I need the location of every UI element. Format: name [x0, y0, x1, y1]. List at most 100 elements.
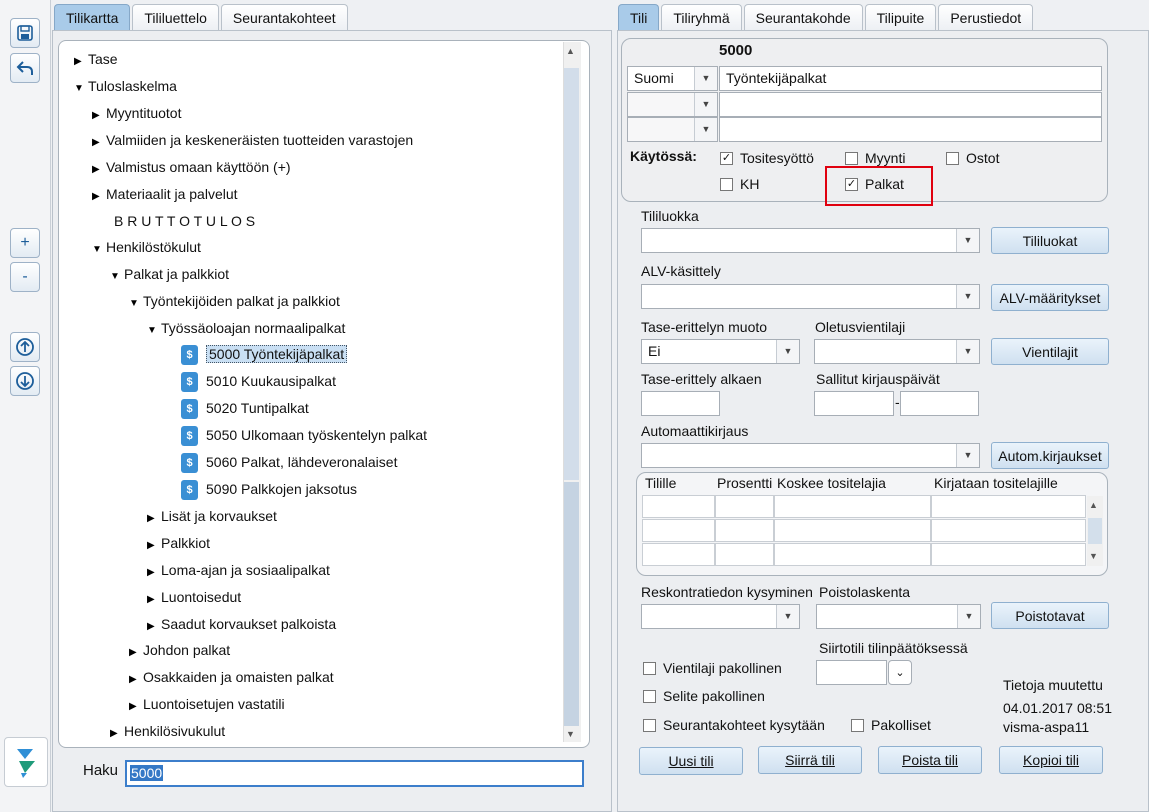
- tree-item[interactable]: ▶ Henkilösivukulut: [110, 720, 225, 742]
- grid-cell[interactable]: [931, 519, 1086, 542]
- tab-seurantakohteet[interactable]: Seurantakohteet: [220, 4, 348, 30]
- kh-checkbox[interactable]: KH: [720, 176, 759, 192]
- copy-account-button[interactable]: Kopioi tili: [999, 746, 1103, 774]
- grid-cell[interactable]: [642, 519, 715, 542]
- grid-cell[interactable]: [774, 543, 931, 566]
- tree-item[interactable]: ▼ Työntekijöiden palkat ja palkkiot: [129, 290, 340, 312]
- tree-item-label: Tuloslaskelma: [88, 78, 177, 94]
- tree-item[interactable]: $5010 Kuukausipalkat: [181, 370, 336, 393]
- reskontra-select[interactable]: ▼: [641, 604, 800, 629]
- tab-seurantakohde[interactable]: Seurantakohde: [743, 4, 863, 30]
- date-from-field[interactable]: [814, 391, 894, 416]
- grid-cell[interactable]: [774, 495, 931, 518]
- tase-muoto-select[interactable]: Ei ▼: [641, 339, 800, 364]
- tree-item[interactable]: $5050 Ulkomaan työskentelyn palkat: [181, 424, 427, 447]
- tree-item[interactable]: ▶ Osakkaiden ja omaisten palkat: [129, 666, 334, 688]
- grid-cell[interactable]: [774, 519, 931, 542]
- grid-cell[interactable]: [931, 543, 1086, 566]
- date-to-field[interactable]: [900, 391, 979, 416]
- language-select-2[interactable]: ▼: [627, 92, 718, 117]
- delete-account-button[interactable]: Poista tili: [878, 746, 982, 774]
- tree-item[interactable]: ▼ Työssäoloajan normaalipalkat: [147, 317, 345, 339]
- palkat-checkbox[interactable]: ✓ Palkat: [845, 176, 904, 192]
- grid-cell[interactable]: [642, 543, 715, 566]
- selite-pakollinen-checkbox[interactable]: Selite pakollinen: [643, 688, 765, 704]
- language-select-3[interactable]: ▼: [627, 117, 718, 142]
- tab-tililuettelo[interactable]: Tililuettelo: [132, 4, 219, 30]
- tositesyotto-checkbox[interactable]: ✓ Tositesyöttö: [720, 150, 814, 166]
- tree-item[interactable]: ▼ Henkilöstökulut: [92, 236, 201, 258]
- arrow-down-icon[interactable]: [10, 366, 40, 396]
- chevron-down-icon[interactable]: ⌄: [888, 660, 912, 685]
- oletus-select[interactable]: ▼: [814, 339, 980, 364]
- seuranta-kysytaan-checkbox[interactable]: Seurantakohteet kysytään: [643, 717, 825, 733]
- app-logo-icon[interactable]: [4, 737, 48, 787]
- tase-alkaen-field[interactable]: [641, 391, 720, 416]
- grid-cell[interactable]: [642, 495, 715, 518]
- tree-scrollbar-track[interactable]: [564, 68, 579, 480]
- tree-item-label: Loma-ajan ja sosiaalipalkat: [161, 562, 330, 578]
- tililuokat-button[interactable]: Tililuokat: [991, 227, 1109, 254]
- tree-item-selected[interactable]: $5000 Työntekijäpalkat: [181, 343, 348, 366]
- vientilajit-button[interactable]: Vientilajit: [991, 338, 1109, 365]
- alv-select[interactable]: ▼: [641, 284, 980, 309]
- poisto-select[interactable]: ▼: [816, 604, 981, 629]
- grid-cell[interactable]: [715, 519, 774, 542]
- tree-item[interactable]: $5060 Palkat, lähdeveronalaiset: [181, 451, 397, 474]
- search-input[interactable]: 5000: [125, 760, 584, 787]
- ostot-checkbox[interactable]: Ostot: [946, 150, 999, 166]
- move-account-button[interactable]: Siirrä tili: [758, 746, 862, 774]
- vientilaji-pakollinen-checkbox[interactable]: Vientilaji pakollinen: [643, 660, 782, 676]
- tree-item[interactable]: ▶ Loma-ajan ja sosiaalipalkat: [147, 559, 330, 581]
- tree-item[interactable]: ▶ Myyntituotot: [92, 102, 181, 124]
- tree-item[interactable]: ▶ Valmistus omaan käyttöön (+): [92, 156, 291, 178]
- new-account-button[interactable]: Uusi tili: [639, 747, 743, 775]
- tree-item[interactable]: ▶ Valmiiden ja keskeneräisten tuotteiden …: [92, 129, 413, 151]
- tree-scrollbar-thumb[interactable]: [564, 482, 579, 726]
- tab-perustiedot[interactable]: Perustiedot: [938, 4, 1034, 30]
- pakolliset-checkbox[interactable]: Pakolliset: [851, 717, 931, 733]
- grid-cell[interactable]: [715, 495, 774, 518]
- tab-tilipuite[interactable]: Tilipuite: [864, 4, 937, 30]
- myynti-checkbox[interactable]: Myynti: [845, 150, 905, 166]
- tab-tili[interactable]: Tili: [618, 4, 660, 30]
- checkbox-label: Tositesyöttö: [740, 150, 814, 166]
- scroll-up-icon[interactable]: ▲: [566, 46, 575, 56]
- poistotavat-button[interactable]: Poistotavat: [991, 602, 1109, 629]
- language-select[interactable]: Suomi ▼: [627, 66, 718, 91]
- collapse-button[interactable]: -: [10, 262, 40, 292]
- tree-item-tase[interactable]: ▶ Tase: [74, 48, 118, 70]
- tab-tiliryhma[interactable]: Tiliryhmä: [661, 4, 742, 30]
- tab-tilikartta[interactable]: Tilikartta: [54, 4, 131, 30]
- tree-item[interactable]: ▶ Johdon palkat: [129, 639, 230, 661]
- account-name-field[interactable]: Työntekijäpalkat: [719, 66, 1102, 91]
- tree-item[interactable]: $5090 Palkkojen jaksotus: [181, 478, 357, 501]
- tililuokka-select[interactable]: ▼: [641, 228, 980, 253]
- auto-button[interactable]: Autom.kirjaukset: [991, 442, 1109, 469]
- undo-icon[interactable]: [10, 53, 40, 83]
- scroll-up-icon[interactable]: ▲: [1089, 500, 1098, 510]
- auto-select[interactable]: ▼: [641, 443, 980, 468]
- tree-item[interactable]: ▶ Materiaalit ja palvelut: [92, 183, 238, 205]
- scroll-down-icon[interactable]: ▼: [566, 729, 575, 739]
- tree-item[interactable]: $5020 Tuntipalkat: [181, 397, 309, 420]
- save-icon[interactable]: [10, 18, 40, 48]
- tree-item[interactable]: ▶ Luontoisedut: [147, 586, 241, 608]
- scroll-down-icon[interactable]: ▼: [1089, 551, 1098, 561]
- expand-button[interactable]: +: [10, 228, 40, 258]
- tree-item[interactable]: B R U T T O T U L O S: [114, 210, 255, 232]
- grid-cell[interactable]: [931, 495, 1086, 518]
- tree-item[interactable]: ▶ Lisät ja korvaukset: [147, 505, 277, 527]
- siirto-field[interactable]: [816, 660, 887, 685]
- arrow-up-icon[interactable]: [10, 332, 40, 362]
- account-name-field-3[interactable]: [719, 117, 1102, 142]
- tree-item[interactable]: ▼ Palkat ja palkkiot: [110, 263, 229, 285]
- tree-item[interactable]: ▶ Palkkiot: [147, 532, 210, 554]
- alv-button[interactable]: ALV-määritykset: [991, 284, 1109, 311]
- account-name-field-2[interactable]: [719, 92, 1102, 117]
- grid-cell[interactable]: [715, 543, 774, 566]
- tree-item-tuloslaskelma[interactable]: ▼ Tuloslaskelma: [74, 75, 177, 97]
- tree-item[interactable]: ▶ Luontoisetujen vastatili: [129, 693, 285, 715]
- tree-item[interactable]: ▶ Saadut korvaukset palkoista: [147, 613, 336, 635]
- grid-scrollbar-thumb[interactable]: [1088, 518, 1102, 544]
